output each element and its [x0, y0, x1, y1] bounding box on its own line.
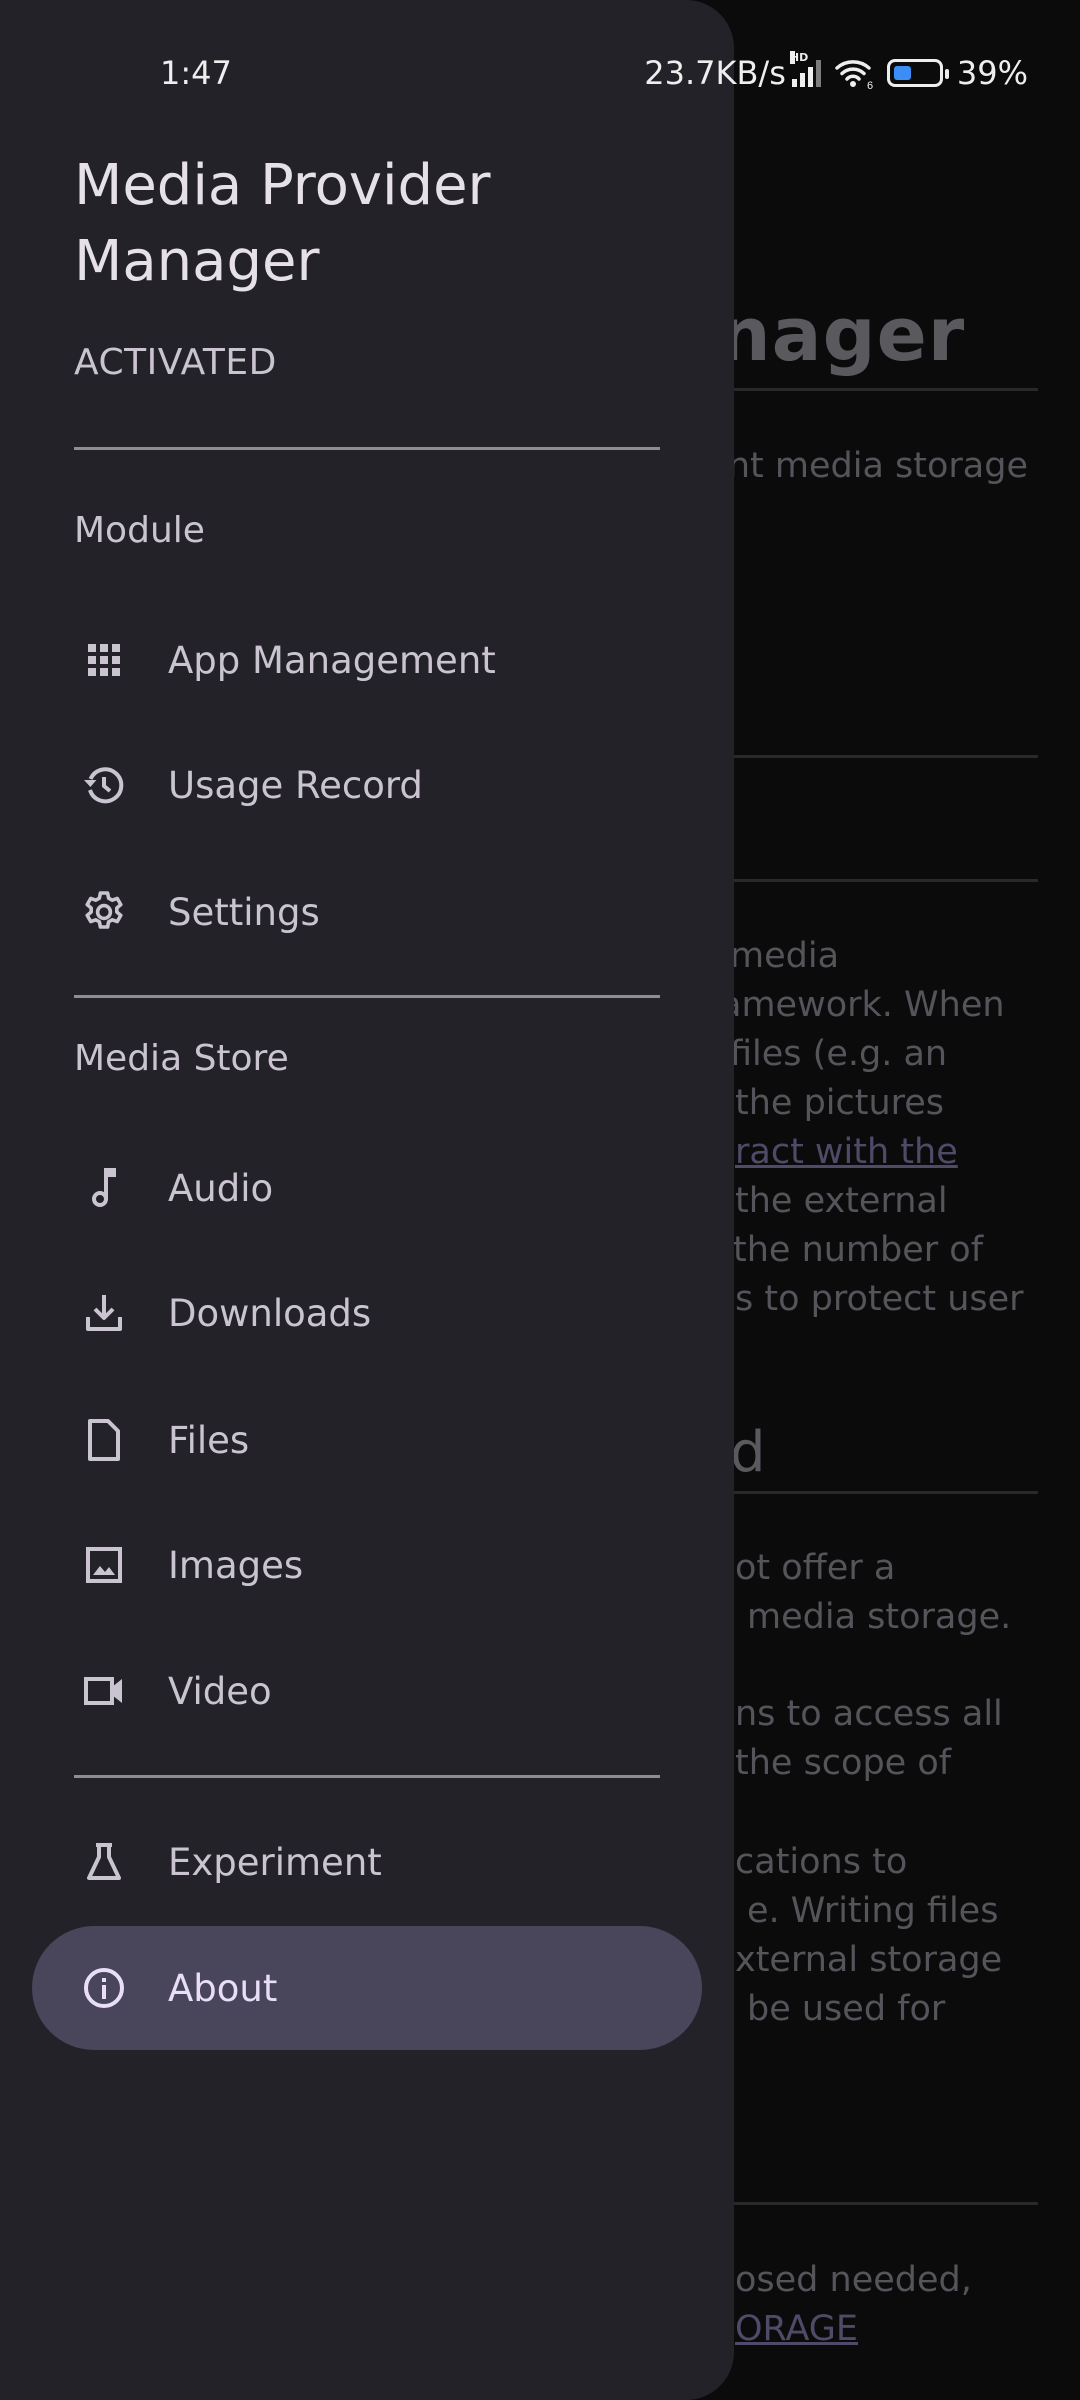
background-heading-2: d	[730, 1420, 766, 1485]
background-link[interactable]: ract with the	[700, 1128, 1024, 1177]
nav-item-video[interactable]: Video	[32, 1629, 702, 1753]
background-paragraph-1: media amework. When files (e.g. an the p…	[700, 932, 1024, 1324]
nav-item-files[interactable]: Files	[32, 1378, 702, 1502]
download-icon	[80, 1289, 128, 1337]
background-paragraph-4: cations to e. Writing files xternal stor…	[735, 1842, 1003, 2029]
file-icon	[80, 1416, 128, 1464]
nav-item-usage-record[interactable]: Usage Record	[32, 723, 702, 847]
battery-percent: 39%	[956, 54, 1028, 92]
image-icon	[80, 1541, 128, 1589]
divider	[74, 1775, 660, 1778]
nav-item-experiment[interactable]: Experiment	[32, 1800, 702, 1924]
svg-text:6: 6	[867, 80, 873, 90]
nav-item-label: Usage Record	[168, 763, 423, 807]
nav-item-label: Video	[168, 1669, 272, 1713]
nav-item-settings[interactable]: Settings	[32, 850, 702, 974]
history-icon	[80, 761, 128, 809]
apps-grid-icon	[80, 636, 128, 684]
nav-item-app-management[interactable]: App Management	[32, 598, 702, 722]
music-note-icon	[80, 1164, 128, 1212]
nav-item-images[interactable]: Images	[32, 1503, 702, 1627]
background-paragraph-2: ot offer a media storage.	[735, 1548, 1012, 1637]
nav-item-label: Audio	[168, 1166, 274, 1210]
nav-item-label: About	[168, 1966, 278, 2010]
background-paragraph-3: ns to access all the scope of	[735, 1694, 1003, 1783]
flask-icon	[80, 1838, 128, 1886]
nav-item-label: Experiment	[168, 1840, 382, 1884]
nav-item-about[interactable]: About	[32, 1926, 702, 2050]
section-title-media-store: Media Store	[74, 1038, 289, 1079]
battery-fill	[893, 66, 911, 80]
section-title-module: Module	[74, 510, 205, 551]
app-title: Media Provider Manager	[74, 153, 491, 294]
background-subtitle: nt media storage	[727, 446, 1028, 486]
wifi-icon: 6	[835, 60, 873, 90]
activation-status: ACTIVATED	[74, 342, 277, 383]
clock: 1:47	[160, 54, 232, 92]
background-storage-link[interactable]: ORAGE	[735, 2305, 972, 2354]
nav-item-label: Settings	[168, 890, 320, 934]
divider	[74, 995, 660, 998]
network-speed: 23.7KB/s	[644, 54, 786, 92]
nav-item-label: Files	[168, 1418, 250, 1462]
nav-item-audio[interactable]: Audio	[32, 1126, 702, 1250]
cellular-signal-icon: HD	[789, 51, 821, 87]
video-camera-icon	[80, 1667, 128, 1715]
nav-item-label: Images	[168, 1543, 304, 1587]
navigation-drawer: Media Provider Manager ACTIVATED Module …	[0, 0, 734, 2400]
info-icon	[80, 1964, 128, 2012]
gear-icon	[80, 888, 128, 936]
hd-badge: HD	[789, 51, 809, 64]
nav-item-label: Downloads	[168, 1291, 372, 1335]
status-bar: 1:47 23.7KB/s HD 6 39%	[0, 0, 1080, 150]
background-paragraph-5: osed needed, ORAGE	[735, 2256, 972, 2354]
background-page-title: nager	[718, 292, 966, 378]
battery-icon	[886, 59, 949, 87]
nav-item-label: App Management	[168, 638, 496, 682]
divider	[74, 447, 660, 450]
nav-item-downloads[interactable]: Downloads	[32, 1251, 702, 1375]
status-icons: 23.7KB/s HD 6 39%	[644, 51, 1028, 92]
